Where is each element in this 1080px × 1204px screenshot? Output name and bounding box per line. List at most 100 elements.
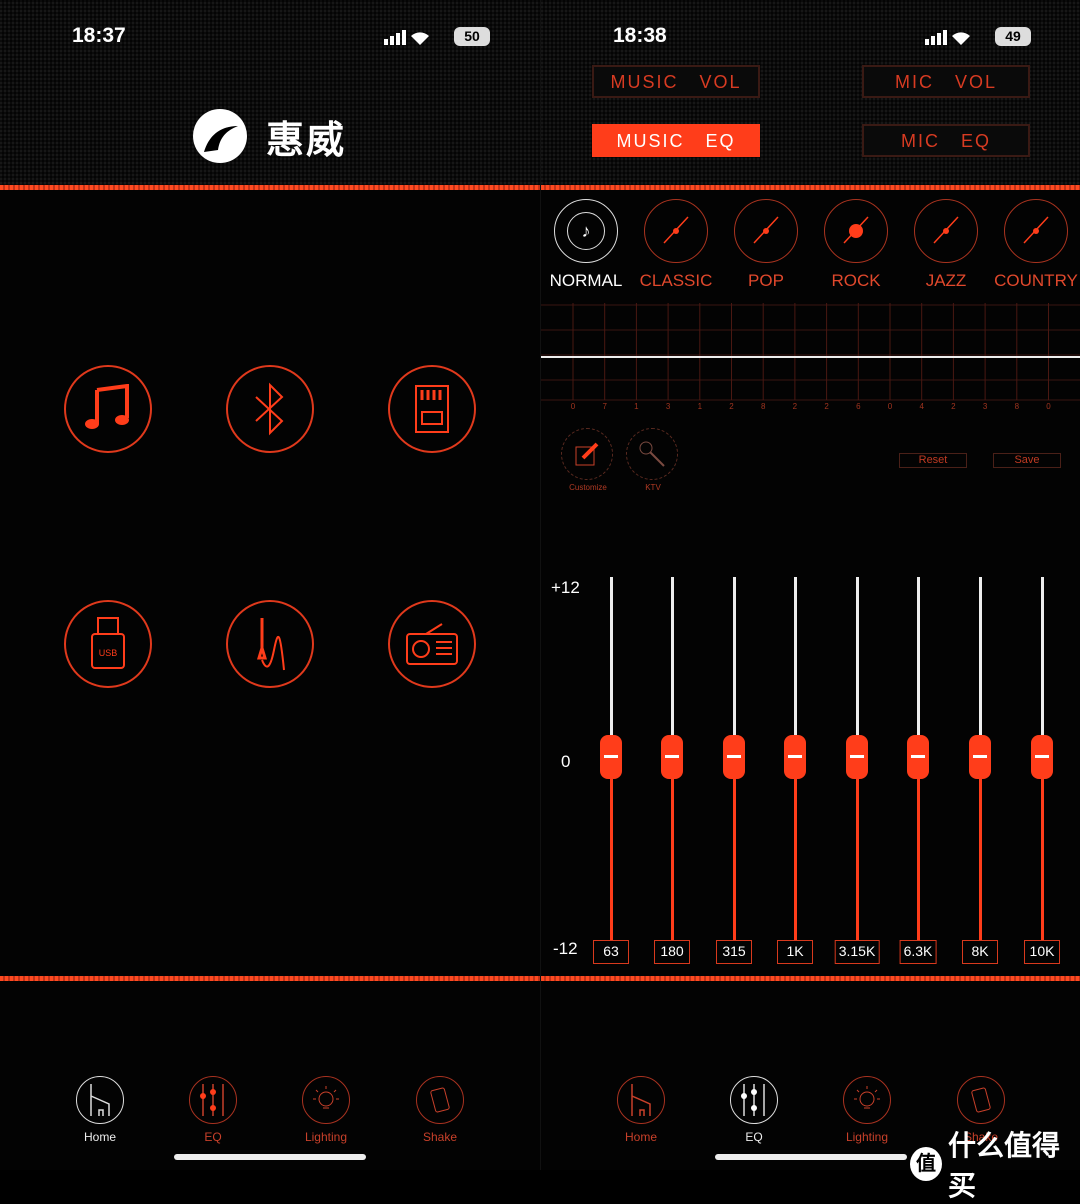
nav-eq[interactable]: EQ xyxy=(724,1076,784,1144)
grid-label: 4 xyxy=(919,402,924,411)
aux-cable-icon xyxy=(256,618,285,671)
lightbulb-icon xyxy=(854,1086,880,1109)
music-eq-button[interactable]: MUSIC EQ xyxy=(592,124,760,157)
grid-label: 2 xyxy=(824,402,829,411)
grid-label: 0 xyxy=(1046,402,1051,411)
grid-label: 3 xyxy=(666,402,671,411)
status-bar: 18:38 49 xyxy=(541,24,1080,50)
grid-label: 2 xyxy=(951,402,956,411)
nav-lighting[interactable]: Lighting xyxy=(837,1076,897,1144)
slider-knob[interactable] xyxy=(846,735,868,779)
microphone-icon xyxy=(639,441,665,467)
eq-curve-grid: 0 7 1 3 1 2 8 2 2 6 0 4 2 3 8 0 xyxy=(541,303,1080,411)
slider-knob[interactable] xyxy=(723,735,745,779)
signal-wifi-icon xyxy=(384,30,429,45)
drum-kit-icon xyxy=(836,209,876,254)
music-note-icon: ♪ xyxy=(567,212,605,250)
home-indicator xyxy=(174,1154,366,1160)
grid-label: 2 xyxy=(793,402,798,411)
slider-knob[interactable] xyxy=(969,735,991,779)
brand-name: 惠威 xyxy=(266,119,347,162)
customize-button[interactable]: Customize xyxy=(561,428,615,492)
divider xyxy=(0,185,540,190)
grid-label: 8 xyxy=(1015,402,1020,411)
band-frequency-label: 63 xyxy=(593,940,629,964)
band-frequency-label: 6.3K xyxy=(899,940,937,964)
divider xyxy=(0,976,540,981)
grid-label: 8 xyxy=(761,402,766,411)
bluetooth-icon xyxy=(255,382,284,436)
band-frequency-label: 10K xyxy=(1024,940,1060,964)
grid-label: 0 xyxy=(888,402,893,411)
band-slider-10K[interactable]: 10K xyxy=(1022,577,1062,967)
band-frequency-label: 3.15K xyxy=(834,940,880,964)
clock: 18:37 xyxy=(72,24,126,47)
eq-screen: 18:38 49 MUSIC VOL MIC VOL MUSIC EQ MIC … xyxy=(540,0,1080,1170)
music-note-icon xyxy=(85,384,129,429)
radio-icon xyxy=(406,623,458,665)
source-usb-button[interactable]: USB xyxy=(64,600,152,688)
signal-wifi-icon xyxy=(925,30,970,45)
grid-label: 3 xyxy=(983,402,988,411)
grid-label: 1 xyxy=(698,402,703,411)
mic-eq-button[interactable]: MIC EQ xyxy=(862,124,1030,157)
lightbulb-icon xyxy=(313,1086,339,1109)
watermark: 值什么值得买 xyxy=(910,1124,1080,1204)
home-icon xyxy=(631,1084,651,1116)
axis-max-label: +12 xyxy=(551,578,580,597)
slider-knob[interactable] xyxy=(1031,735,1053,779)
band-frequency-label: 180 xyxy=(654,940,690,964)
nav-home[interactable]: Home xyxy=(70,1076,130,1144)
battery-indicator: 49 xyxy=(995,27,1031,46)
slider-knob[interactable] xyxy=(600,735,622,779)
watermark-logo-icon: 值 xyxy=(910,1147,943,1181)
band-slider-3.15K[interactable]: 3.15K xyxy=(834,577,880,967)
preset-rock[interactable]: ROCK xyxy=(811,199,901,291)
eq-sliders-icon xyxy=(200,1084,224,1116)
preset-normal[interactable]: ♪ NORMAL xyxy=(541,199,631,291)
preset-jazz[interactable]: JAZZ xyxy=(901,199,991,291)
brand-logo: 惠威 xyxy=(190,108,346,164)
source-music-button[interactable] xyxy=(64,365,152,453)
band-slider-1K[interactable]: 1K xyxy=(775,577,815,967)
reset-button[interactable]: Reset xyxy=(899,453,967,468)
nav-shake[interactable]: Shake xyxy=(410,1076,470,1144)
slider-knob[interactable] xyxy=(661,735,683,779)
grid-label: 7 xyxy=(602,402,607,411)
band-slider-315[interactable]: 315 xyxy=(714,577,754,967)
home-screen: 18:37 50 惠威 USB Home EQ Lighting Shake xyxy=(0,0,540,1170)
cabin-tree-icon xyxy=(1016,209,1056,254)
edit-pencil-icon xyxy=(575,442,599,466)
source-sd-card-button[interactable] xyxy=(388,365,476,453)
grid-label: 0 xyxy=(571,402,576,411)
band-slider-180[interactable]: 180 xyxy=(652,577,692,967)
grid-label: 1 xyxy=(634,402,639,411)
source-bluetooth-button[interactable] xyxy=(226,365,314,453)
nav-home[interactable]: Home xyxy=(611,1076,671,1144)
trumpet-icon xyxy=(926,209,966,254)
divider xyxy=(541,185,1080,190)
preset-pop[interactable]: POP xyxy=(721,199,811,291)
preset-country[interactable]: COUNTRY xyxy=(991,199,1080,291)
slider-knob[interactable] xyxy=(784,735,806,779)
band-slider-6.3K[interactable]: 6.3K xyxy=(898,577,938,967)
svg-text:USB: USB xyxy=(99,648,118,658)
music-vol-button[interactable]: MUSIC VOL xyxy=(592,65,760,98)
band-slider-63[interactable]: 63 xyxy=(591,577,631,967)
axis-min-label: -12 xyxy=(553,939,578,958)
nav-eq[interactable]: EQ xyxy=(183,1076,243,1144)
sd-card-icon xyxy=(415,385,449,433)
band-frequency-label: 1K xyxy=(777,940,813,964)
slider-knob[interactable] xyxy=(907,735,929,779)
source-aux-button[interactable] xyxy=(226,600,314,688)
nav-lighting[interactable]: Lighting xyxy=(296,1076,356,1144)
ktv-button[interactable]: KTV xyxy=(626,428,680,492)
usb-icon: USB xyxy=(91,617,125,669)
mic-vol-button[interactable]: MIC VOL xyxy=(862,65,1030,98)
home-indicator xyxy=(715,1154,907,1160)
preset-classic[interactable]: CLASSIC xyxy=(631,199,721,291)
source-radio-button[interactable] xyxy=(388,600,476,688)
band-frequency-label: 8K xyxy=(962,940,998,964)
save-button[interactable]: Save xyxy=(993,453,1061,468)
band-slider-8K[interactable]: 8K xyxy=(960,577,1000,967)
